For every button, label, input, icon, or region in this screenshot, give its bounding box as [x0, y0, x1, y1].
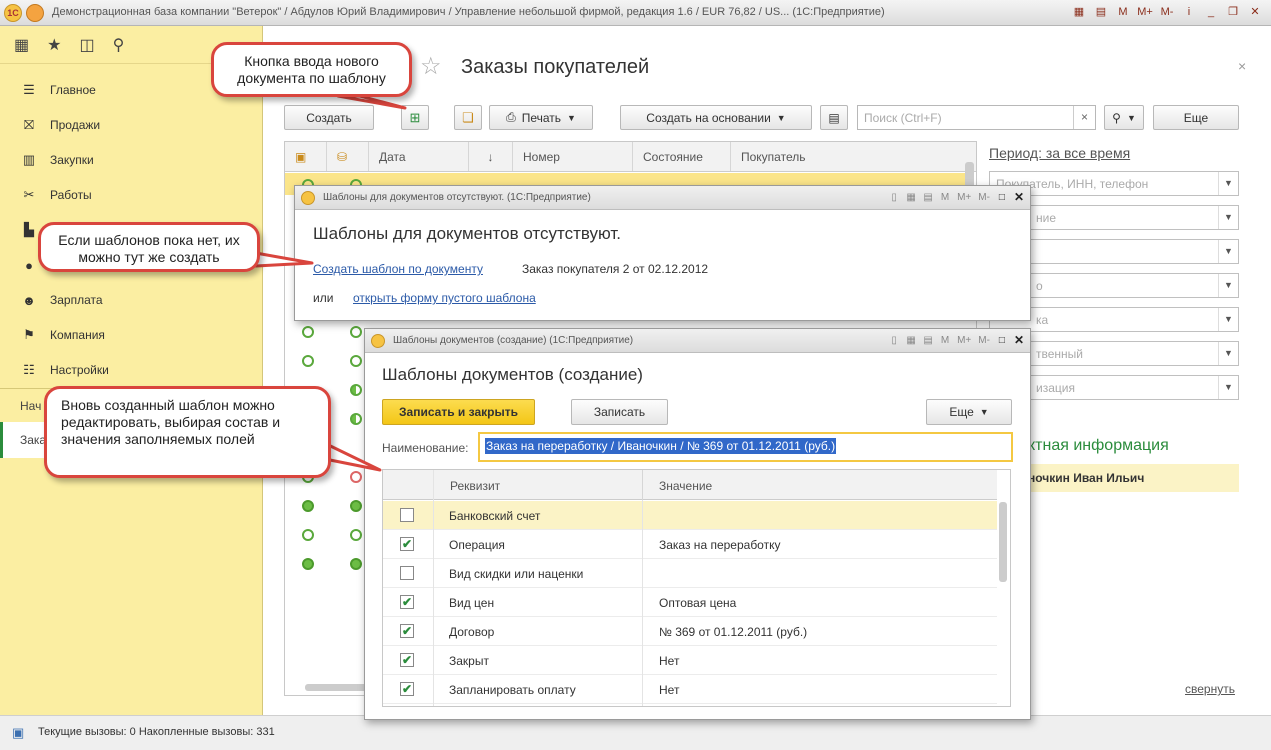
callout-pointer-template-button — [336, 94, 407, 110]
callout-template-button: Кнопка ввода нового документа по шаблону — [211, 42, 412, 97]
callout-no-templates: Если шаблонов пока нет, их можно тут же … — [38, 222, 260, 272]
callout-edit-template: Вновь созданный шаблон можно редактирова… — [44, 386, 331, 478]
callout-pointers — [248, 94, 407, 472]
